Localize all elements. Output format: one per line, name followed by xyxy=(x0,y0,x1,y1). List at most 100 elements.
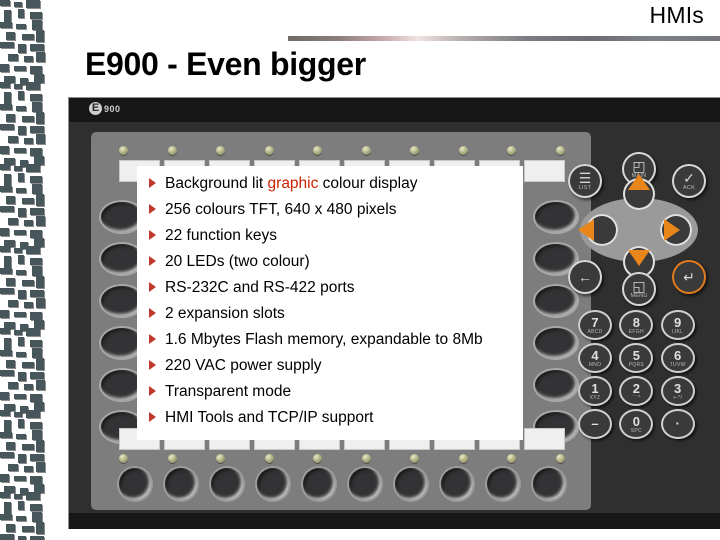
strip-block xyxy=(32,348,42,358)
strip-block xyxy=(4,338,11,350)
numpad-key-x[interactable]: · xyxy=(660,409,695,439)
strip-block xyxy=(32,512,42,522)
feature-bullet-item: 1.6 Mbytes Flash memory, expandable to 8… xyxy=(143,330,523,349)
bullet-triangle-icon xyxy=(149,308,156,318)
led-indicator[interactable] xyxy=(119,146,128,155)
strip-block xyxy=(24,138,33,144)
led-indicator[interactable] xyxy=(119,454,128,463)
led-indicator[interactable] xyxy=(507,146,517,155)
strip-block xyxy=(26,164,40,172)
numpad-key-letters: ´¨`^ xyxy=(632,394,641,401)
enter-key[interactable]: ↵ xyxy=(672,260,706,294)
function-key[interactable] xyxy=(533,468,565,500)
strip-block xyxy=(18,208,26,217)
function-key[interactable] xyxy=(487,468,519,500)
ack-key[interactable]: ✓ ACK xyxy=(672,164,706,198)
strip-tile xyxy=(0,0,46,90)
led-indicator[interactable] xyxy=(313,454,323,463)
strip-block xyxy=(32,184,42,194)
numpad-key-x[interactable]: – xyxy=(578,409,612,439)
prev-key-glyph: ← xyxy=(578,269,592,285)
strip-block xyxy=(32,266,42,276)
strip-block xyxy=(22,444,34,450)
numpad-key-9[interactable]: 9 IJKL xyxy=(660,310,695,340)
numpad-key-3[interactable]: 3 +-*/ xyxy=(660,376,695,406)
numpad-key-7[interactable]: 7 ABCD xyxy=(578,310,612,340)
numpad-key-4[interactable]: 4 MNO xyxy=(578,343,612,373)
function-key[interactable] xyxy=(119,468,151,500)
led-indicator[interactable] xyxy=(361,454,371,463)
strip-block xyxy=(24,220,33,226)
strip-block xyxy=(14,312,26,317)
function-key[interactable] xyxy=(303,468,335,500)
strip-block xyxy=(6,524,15,532)
led-indicator[interactable] xyxy=(555,454,565,463)
led-indicator[interactable] xyxy=(264,454,274,463)
strip-block xyxy=(0,124,14,130)
bottom-button-row xyxy=(119,468,565,500)
strip-block xyxy=(4,10,11,22)
strip-block xyxy=(14,476,26,481)
led-indicator[interactable] xyxy=(167,146,177,155)
list-key[interactable]: ☰ LIST xyxy=(568,164,602,198)
function-key[interactable] xyxy=(395,468,427,500)
led-indicator[interactable] xyxy=(458,146,468,155)
ack-key-glyph: ✓ xyxy=(683,169,695,186)
feature-bullet-item: 22 function keys xyxy=(143,226,523,245)
strip-block xyxy=(4,174,11,186)
strip-block xyxy=(36,216,45,226)
strip-block xyxy=(0,392,9,400)
feature-bullet-item: HMI Tools and TCP/IP support xyxy=(143,408,523,427)
function-key[interactable] xyxy=(165,468,197,500)
function-key[interactable] xyxy=(441,468,473,500)
strip-block xyxy=(30,394,42,402)
strip-block xyxy=(30,422,42,429)
ack-key-label: ACK xyxy=(683,184,695,191)
led-indicator[interactable] xyxy=(361,146,371,155)
strip-block xyxy=(24,384,33,390)
strip-block xyxy=(4,92,11,104)
led-indicator[interactable] xyxy=(264,146,274,155)
strip-block xyxy=(30,94,42,101)
numpad-key-0[interactable]: 0 SPC xyxy=(619,409,654,439)
strip-block xyxy=(0,104,12,110)
strip-block xyxy=(36,276,44,288)
strip-block xyxy=(30,536,44,540)
strip-block xyxy=(22,526,34,532)
function-key[interactable] xyxy=(257,468,289,500)
feature-bullet-item: Transparent mode xyxy=(143,382,523,401)
strip-block xyxy=(18,536,26,540)
strip-block xyxy=(32,430,42,440)
led-indicator[interactable] xyxy=(216,146,226,155)
strip-block xyxy=(18,255,24,264)
strip-block xyxy=(16,516,26,521)
led-indicator[interactable] xyxy=(410,146,420,155)
numpad-key-6[interactable]: 6 TUVW xyxy=(660,343,695,373)
numpad-key-5[interactable]: 5 PQRS xyxy=(619,343,654,373)
numpad-key-8[interactable]: 8 EFGH xyxy=(619,310,654,340)
strip-block xyxy=(0,206,14,212)
menu-key[interactable]: ◱ MENU xyxy=(622,272,656,306)
strip-block xyxy=(0,534,14,540)
strip-block xyxy=(0,228,9,236)
led-indicator[interactable] xyxy=(313,146,323,155)
led-indicator[interactable] xyxy=(507,454,517,463)
strip-tile xyxy=(0,328,46,418)
led-indicator[interactable] xyxy=(216,454,226,463)
numpad-key-letters: +-*/ xyxy=(673,394,683,401)
led-indicator[interactable] xyxy=(458,454,468,463)
numpad-key-2[interactable]: 2 ´¨`^ xyxy=(619,376,654,406)
prev-key[interactable]: ← xyxy=(568,260,602,294)
strip-block xyxy=(24,56,33,62)
numpad-key-1[interactable]: 1 XYZ xyxy=(578,376,612,406)
led-indicator[interactable] xyxy=(410,454,420,463)
function-key[interactable] xyxy=(211,468,243,500)
led-indicator[interactable] xyxy=(167,454,177,463)
strip-block xyxy=(30,476,42,484)
bottom-led-row xyxy=(119,454,565,464)
strip-block xyxy=(0,514,12,520)
numpad-key-digit: 6 xyxy=(674,347,682,363)
strip-block xyxy=(0,268,12,274)
dpad-right-arrow-icon xyxy=(664,219,680,241)
function-key[interactable] xyxy=(349,468,381,500)
